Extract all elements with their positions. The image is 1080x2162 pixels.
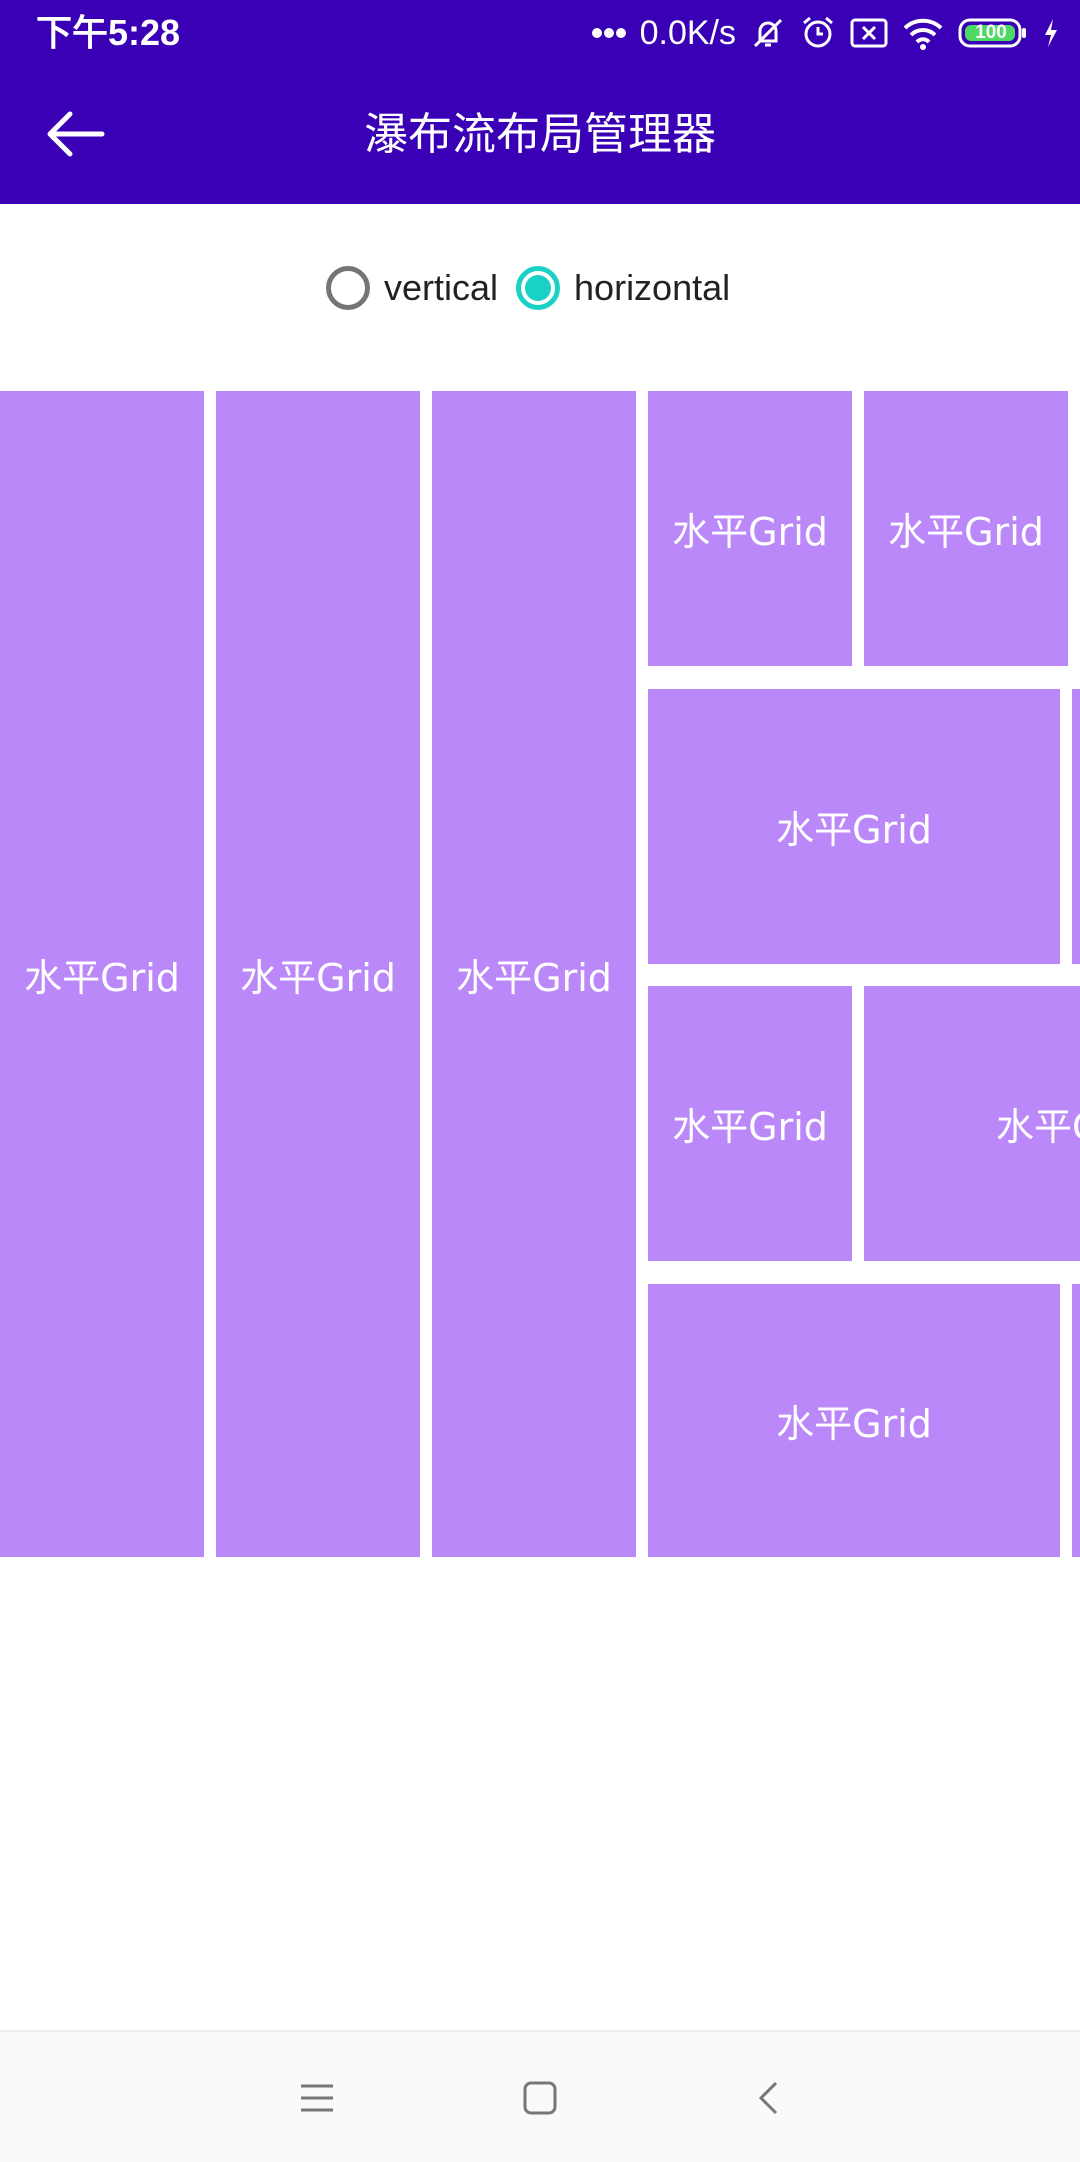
grid-item[interactable]: 水平Grid [864,391,1068,666]
radio-horizontal[interactable]: horizontal [516,266,730,310]
radio-horizontal-label: horizontal [574,267,731,308]
page-title: 瀑布流布局管理器 [364,109,716,160]
radio-vertical-label: vertical [384,267,499,308]
back-button[interactable] [38,106,110,162]
grid-item[interactable]: 水平Grid [0,391,204,1557]
grid-item[interactable] [1072,1284,1080,1557]
dots-icon [591,27,626,39]
status-icons: 0.0K/s 100 [591,10,1060,56]
menu-icon [301,2084,333,2112]
radio-vertical[interactable]: vertical [326,266,498,310]
navigation-bar [0,2030,1080,2162]
mute-icon [750,15,786,51]
arrow-back-icon [47,111,105,157]
wifi-icon [902,16,944,50]
grid-item[interactable] [1072,689,1080,964]
charging-icon [1042,17,1060,49]
radio-selected-dot [525,275,552,301]
grid-item[interactable]: 水平Grid [864,986,1080,1261]
back-icon [758,2081,778,2115]
status-bar: 下午5:28 0.0K/s 100 [0,0,1080,66]
battery-icon: 100 [958,17,1028,49]
grid-item[interactable]: 水平Grid [648,1284,1060,1557]
grid-item[interactable]: 水平Grid [648,391,852,666]
radio-vertical-button[interactable] [326,266,370,310]
grid-item[interactable]: 水平Grid [648,986,852,1261]
home-button[interactable] [510,2068,570,2128]
app-bar: 瀑布流布局管理器 [0,66,1080,204]
battery-level: 100 [975,22,1007,43]
home-icon [523,2081,557,2115]
grid-item[interactable]: 水平Grid [648,689,1060,964]
radio-horizontal-button[interactable] [516,266,561,310]
grid-item[interactable]: 水平Grid [216,391,420,1557]
orientation-radio-group: vertical horizontal [326,256,748,320]
nav-back-button[interactable] [738,2068,798,2128]
network-speed: 0.0K/s [639,14,736,52]
grid-item[interactable]: 水平Grid [432,391,636,1557]
sim-off-icon [850,17,888,49]
alarm-icon [800,15,836,51]
menu-button[interactable] [287,2068,347,2128]
status-time: 下午5:28 [36,12,181,53]
